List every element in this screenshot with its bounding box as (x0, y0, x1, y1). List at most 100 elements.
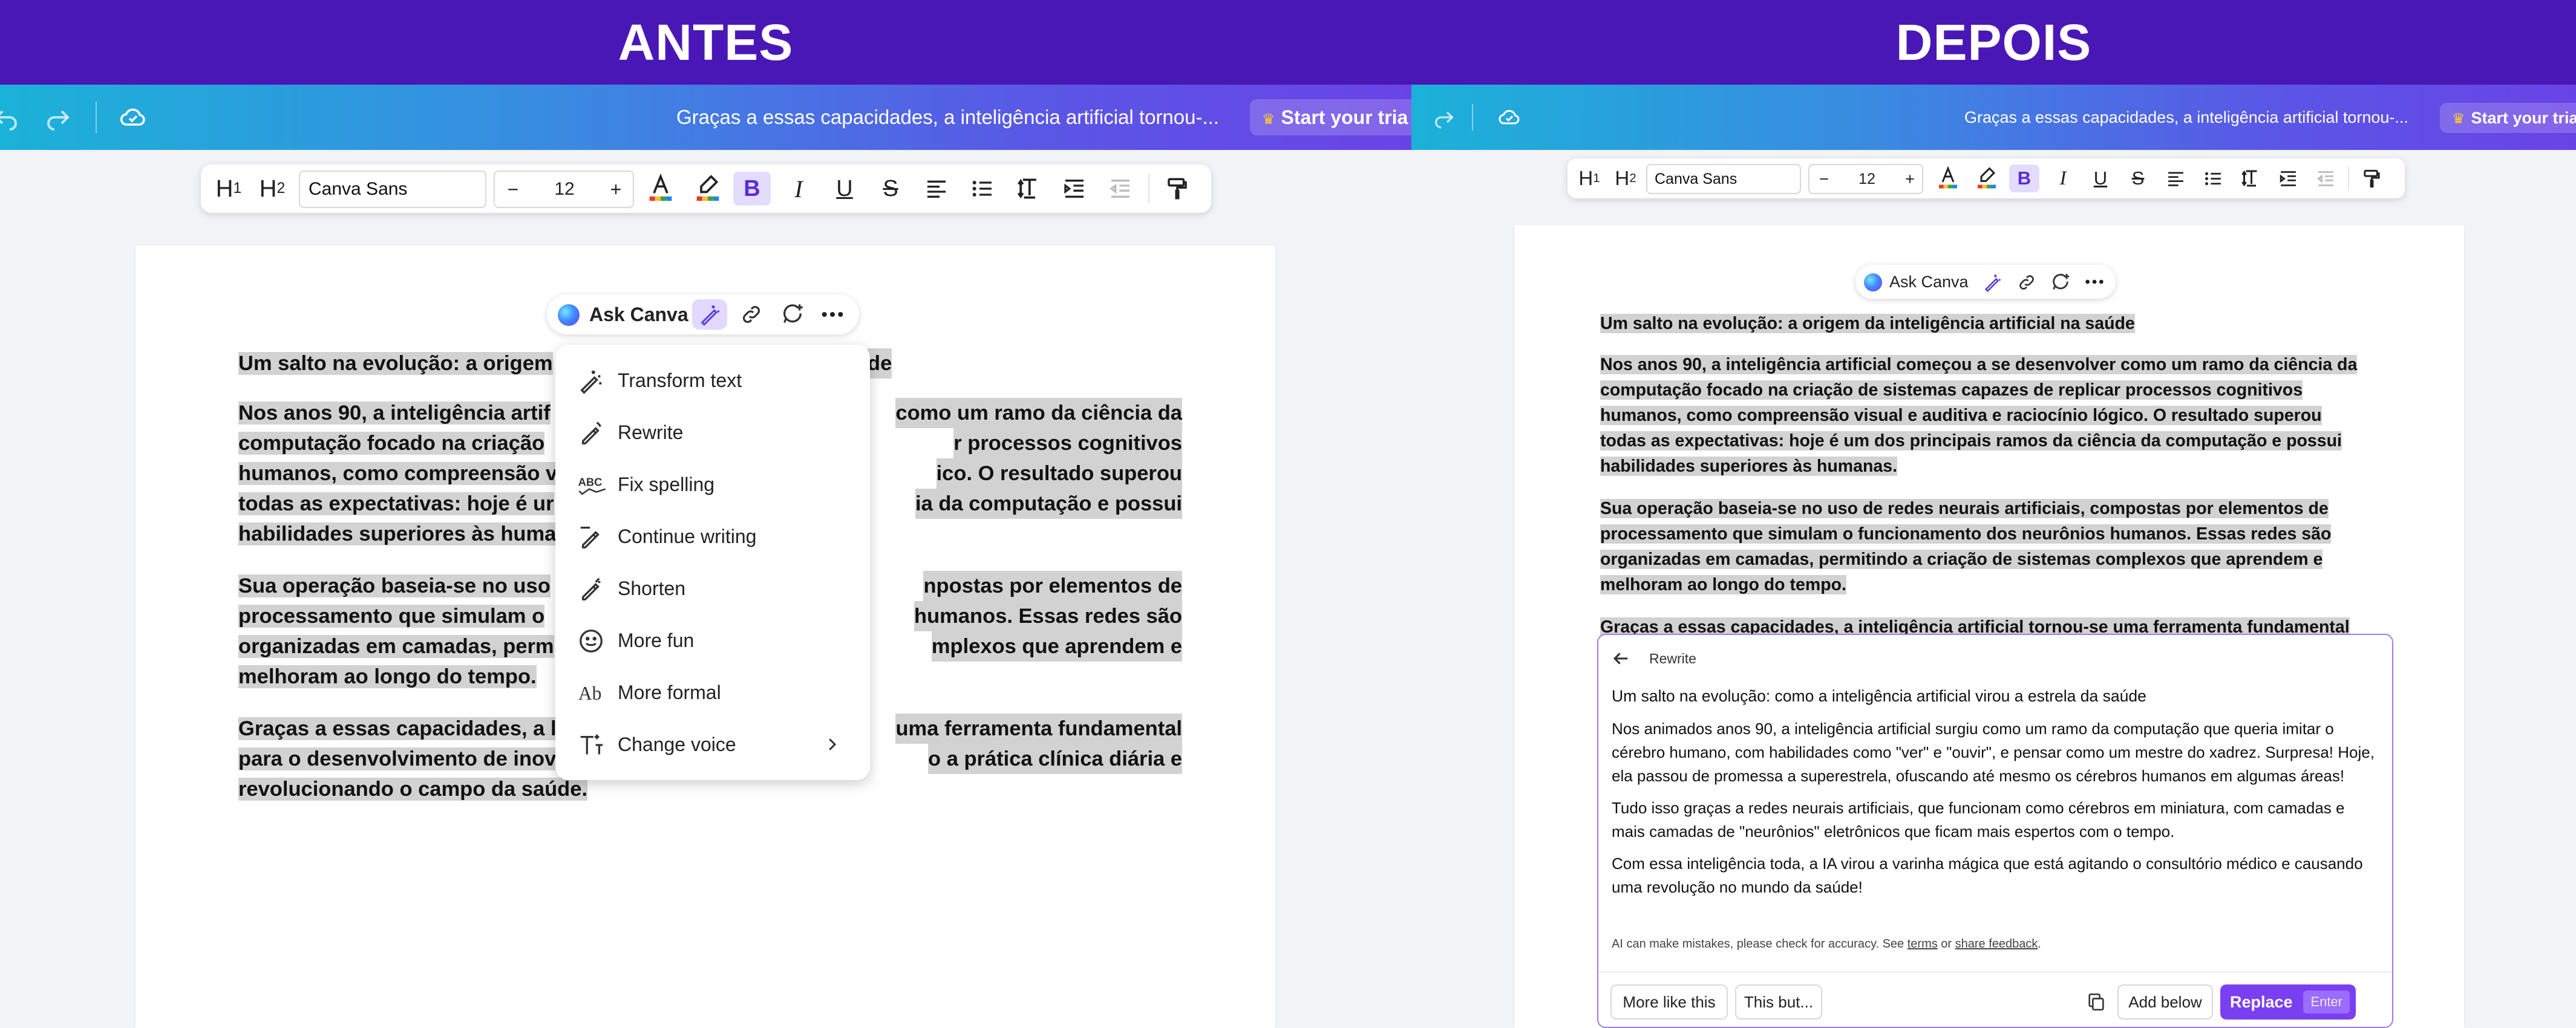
enter-shortcut-badge: Enter (2303, 991, 2350, 1013)
start-trial-button[interactable]: ♛ Start your tria (2440, 103, 2576, 133)
indent-icon[interactable] (1056, 164, 1093, 213)
document-heading: Um salto na evolução: a origem da inteli… (1600, 314, 2135, 333)
heading-2-button[interactable]: H2 (1611, 158, 1640, 198)
outdent-icon[interactable] (1102, 164, 1139, 213)
undo-icon[interactable] (0, 103, 21, 132)
link-icon[interactable] (739, 303, 763, 326)
terms-link[interactable]: terms (1907, 937, 1938, 951)
menu-item-label: More fun (618, 629, 695, 651)
rewrite-paragraph-1: Nos animados anos 90, a inteligência art… (1612, 720, 2375, 785)
menu-item-rewrite[interactable]: Rewrite (555, 406, 870, 458)
magic-write-icon[interactable] (1983, 272, 2003, 293)
paragraph-line: Nos anos 90, a inteligência artificial c… (1600, 355, 2358, 374)
font-family-select[interactable]: Canva Sans (1646, 164, 1801, 194)
heading-1-button[interactable]: H1 (1575, 158, 1604, 198)
more-like-this-button[interactable]: More like this (1610, 984, 1728, 1020)
canva-ai-icon (1864, 273, 1882, 291)
font-size-increase-button[interactable]: + (598, 172, 634, 207)
italic-button[interactable]: I (2048, 158, 2078, 198)
start-trial-button[interactable]: ♛ Start your tria (1250, 99, 1411, 135)
align-left-icon[interactable] (2160, 158, 2191, 198)
ask-canva-button[interactable]: Ask Canva (1889, 265, 1969, 299)
formal-ab-icon: Ab (577, 679, 605, 707)
document-heading: Um salto na evolução: a origem de (238, 348, 892, 379)
menu-item-continue-writing[interactable]: Continue writing (555, 510, 870, 562)
rewrite-content[interactable]: Nos animados anos 90, a inteligência art… (1612, 717, 2379, 908)
format-painter-icon[interactable] (1159, 164, 1195, 213)
strikethrough-button[interactable]: S (2123, 158, 2153, 198)
redo-icon[interactable] (44, 103, 73, 132)
rewrite-paragraph-2: Tudo isso graças a redes neurais artific… (1612, 799, 2345, 841)
this-but-button[interactable]: This but... (1735, 984, 1822, 1020)
bold-button[interactable]: B (2009, 164, 2039, 192)
menu-item-change-voice[interactable]: Change voice (555, 718, 870, 770)
highlight-color-icon[interactable] (690, 164, 726, 213)
align-left-icon[interactable] (918, 164, 955, 213)
more-options-icon[interactable] (2084, 276, 2105, 288)
text-color-icon[interactable] (642, 164, 679, 213)
share-feedback-link[interactable]: share feedback (1955, 937, 2038, 951)
start-trial-label: Start your tria (2471, 109, 2576, 127)
before-banner-title: ANTES (0, 0, 1411, 85)
document-title[interactable]: Graças a essas capacidades, a inteligênc… (1964, 85, 2408, 150)
font-size-value[interactable]: 12 (1839, 165, 1895, 193)
format-painter-icon[interactable] (2356, 158, 2387, 198)
back-arrow-icon[interactable] (1610, 648, 1631, 669)
menu-item-more-formal[interactable]: Ab More formal (555, 666, 870, 718)
replace-button[interactable]: Replace Enter (2220, 984, 2356, 1020)
underline-button[interactable]: U (2085, 158, 2116, 198)
bullet-list-icon[interactable] (2198, 158, 2228, 198)
menu-item-fix-spelling[interactable]: ABC Fix spelling (555, 458, 870, 510)
font-family-select[interactable]: Canva Sans (299, 171, 486, 208)
line-spacing-icon[interactable] (1010, 164, 1047, 213)
toolbar-divider (2348, 167, 2349, 190)
underline-button[interactable]: U (826, 164, 863, 213)
font-size-increase-button[interactable]: + (1895, 165, 1924, 193)
magic-wand-icon (577, 367, 605, 395)
ask-canva-button[interactable]: Ask Canva (589, 294, 688, 334)
add-below-button[interactable]: Add below (2117, 984, 2213, 1020)
highlight-color-icon[interactable] (1972, 158, 2002, 198)
menu-item-shorten[interactable]: Shorten (555, 562, 870, 614)
magic-write-icon[interactable] (698, 302, 722, 327)
magic-write-menu: Transform text Rewrite ABC Fix spelling Cont… (555, 345, 870, 780)
comment-add-icon[interactable] (780, 302, 805, 327)
more-options-icon[interactable] (820, 307, 845, 322)
text-color-icon[interactable] (1933, 158, 1963, 198)
rewrite-result-panel: Rewrite Um salto na evolução: como a int… (1597, 634, 2393, 1028)
top-bar: Graças a essas capacidades, a inteligênc… (1411, 85, 2576, 150)
text-format-toolbar: H1 H2 Canva Sans − 12 + B I U S (201, 164, 1211, 213)
heading-1-button[interactable]: H1 (212, 164, 246, 213)
menu-item-label: Rewrite (618, 421, 684, 443)
comment-add-icon[interactable] (2050, 272, 2071, 293)
menu-item-transform-text[interactable]: Transform text (555, 354, 870, 406)
link-icon[interactable] (2016, 273, 2037, 292)
bullet-list-icon[interactable] (964, 164, 1001, 213)
toolbar-separator (96, 102, 97, 133)
strikethrough-button[interactable]: S (872, 164, 909, 213)
top-bar: Graças a essas capacidades, a inteligênc… (0, 85, 1411, 150)
smile-icon (577, 627, 605, 655)
menu-item-more-fun[interactable]: More fun (555, 614, 870, 666)
heading-2-button[interactable]: H2 (255, 164, 289, 213)
rewrite-paragraph-3: Com essa inteligência toda, a IA virou a… (1612, 854, 2363, 896)
copy-icon[interactable] (2086, 992, 2107, 1012)
abc-check-icon: ABC (577, 471, 606, 499)
menu-item-label: Shorten (618, 577, 686, 599)
line-spacing-icon[interactable] (2235, 158, 2266, 198)
bold-button[interactable]: B (733, 172, 771, 206)
font-size-decrease-button[interactable]: − (1809, 165, 1839, 193)
paragraph-2: Sua operação baseia-se no uso de redes n… (1600, 496, 2387, 597)
italic-button[interactable]: I (780, 164, 817, 213)
crown-icon: ♛ (1262, 111, 1275, 128)
indent-icon[interactable] (2273, 158, 2303, 198)
cloud-saved-icon[interactable] (119, 103, 148, 132)
replace-label: Replace (2230, 993, 2293, 1011)
cloud-saved-icon[interactable] (1497, 105, 1522, 129)
font-size-value[interactable]: 12 (531, 172, 598, 207)
paragraph-line: processamento que simulam o funcionament… (1600, 524, 2332, 544)
font-size-decrease-button[interactable]: − (495, 172, 531, 207)
outdent-icon[interactable] (2310, 158, 2341, 198)
document-title[interactable]: Graças a essas capacidades, a inteligênc… (676, 85, 1219, 150)
redo-icon[interactable] (1432, 105, 1456, 129)
